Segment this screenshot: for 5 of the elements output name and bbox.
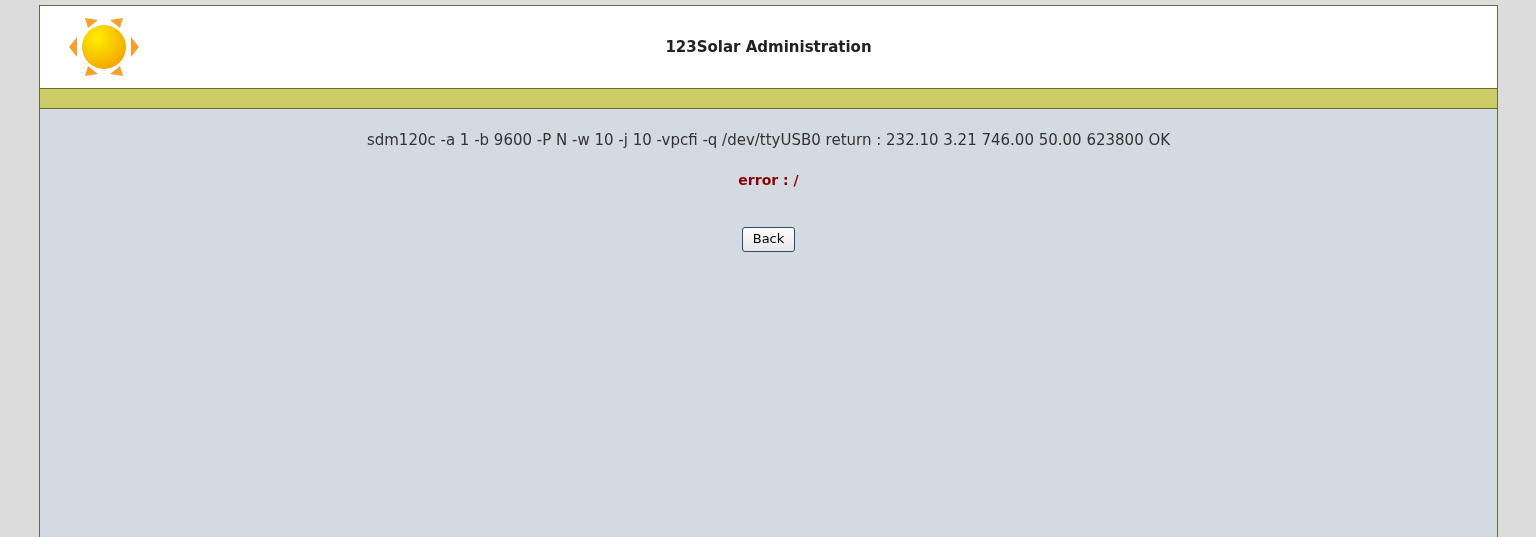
error-message: error : / <box>738 170 799 190</box>
sun-logo-icon <box>68 16 140 78</box>
back-button[interactable]: Back <box>741 226 796 252</box>
page-title: 123Solar Administration <box>664 36 873 58</box>
command-output: sdm120c -a 1 -b 9600 -P N -w 10 -j 10 -vpcfi -q /dev/ttyUSB0 return : 232.10 3.21 746.00 50.00 623800 OK <box>366 130 1171 151</box>
